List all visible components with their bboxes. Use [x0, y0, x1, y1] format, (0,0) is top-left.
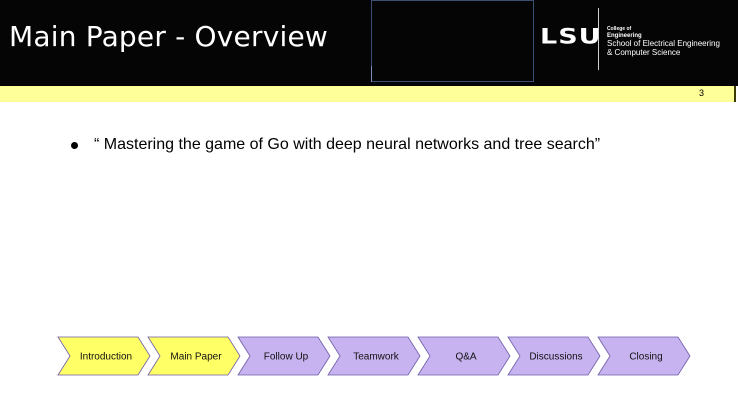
nav-label-3: Teamwork [353, 352, 400, 363]
nav-label-2: Follow Up [264, 352, 309, 363]
nav-label-5: Discussions [529, 352, 582, 363]
nav-label-0: Introduction [80, 352, 132, 363]
section-navigation: Introduction Main Paper Follow Up Teamwork Q… [57, 336, 691, 376]
nav-label-1: Main Paper [170, 352, 222, 363]
nav-label-6: Closing [629, 352, 662, 363]
nav-label-4: Q&A [455, 352, 476, 363]
